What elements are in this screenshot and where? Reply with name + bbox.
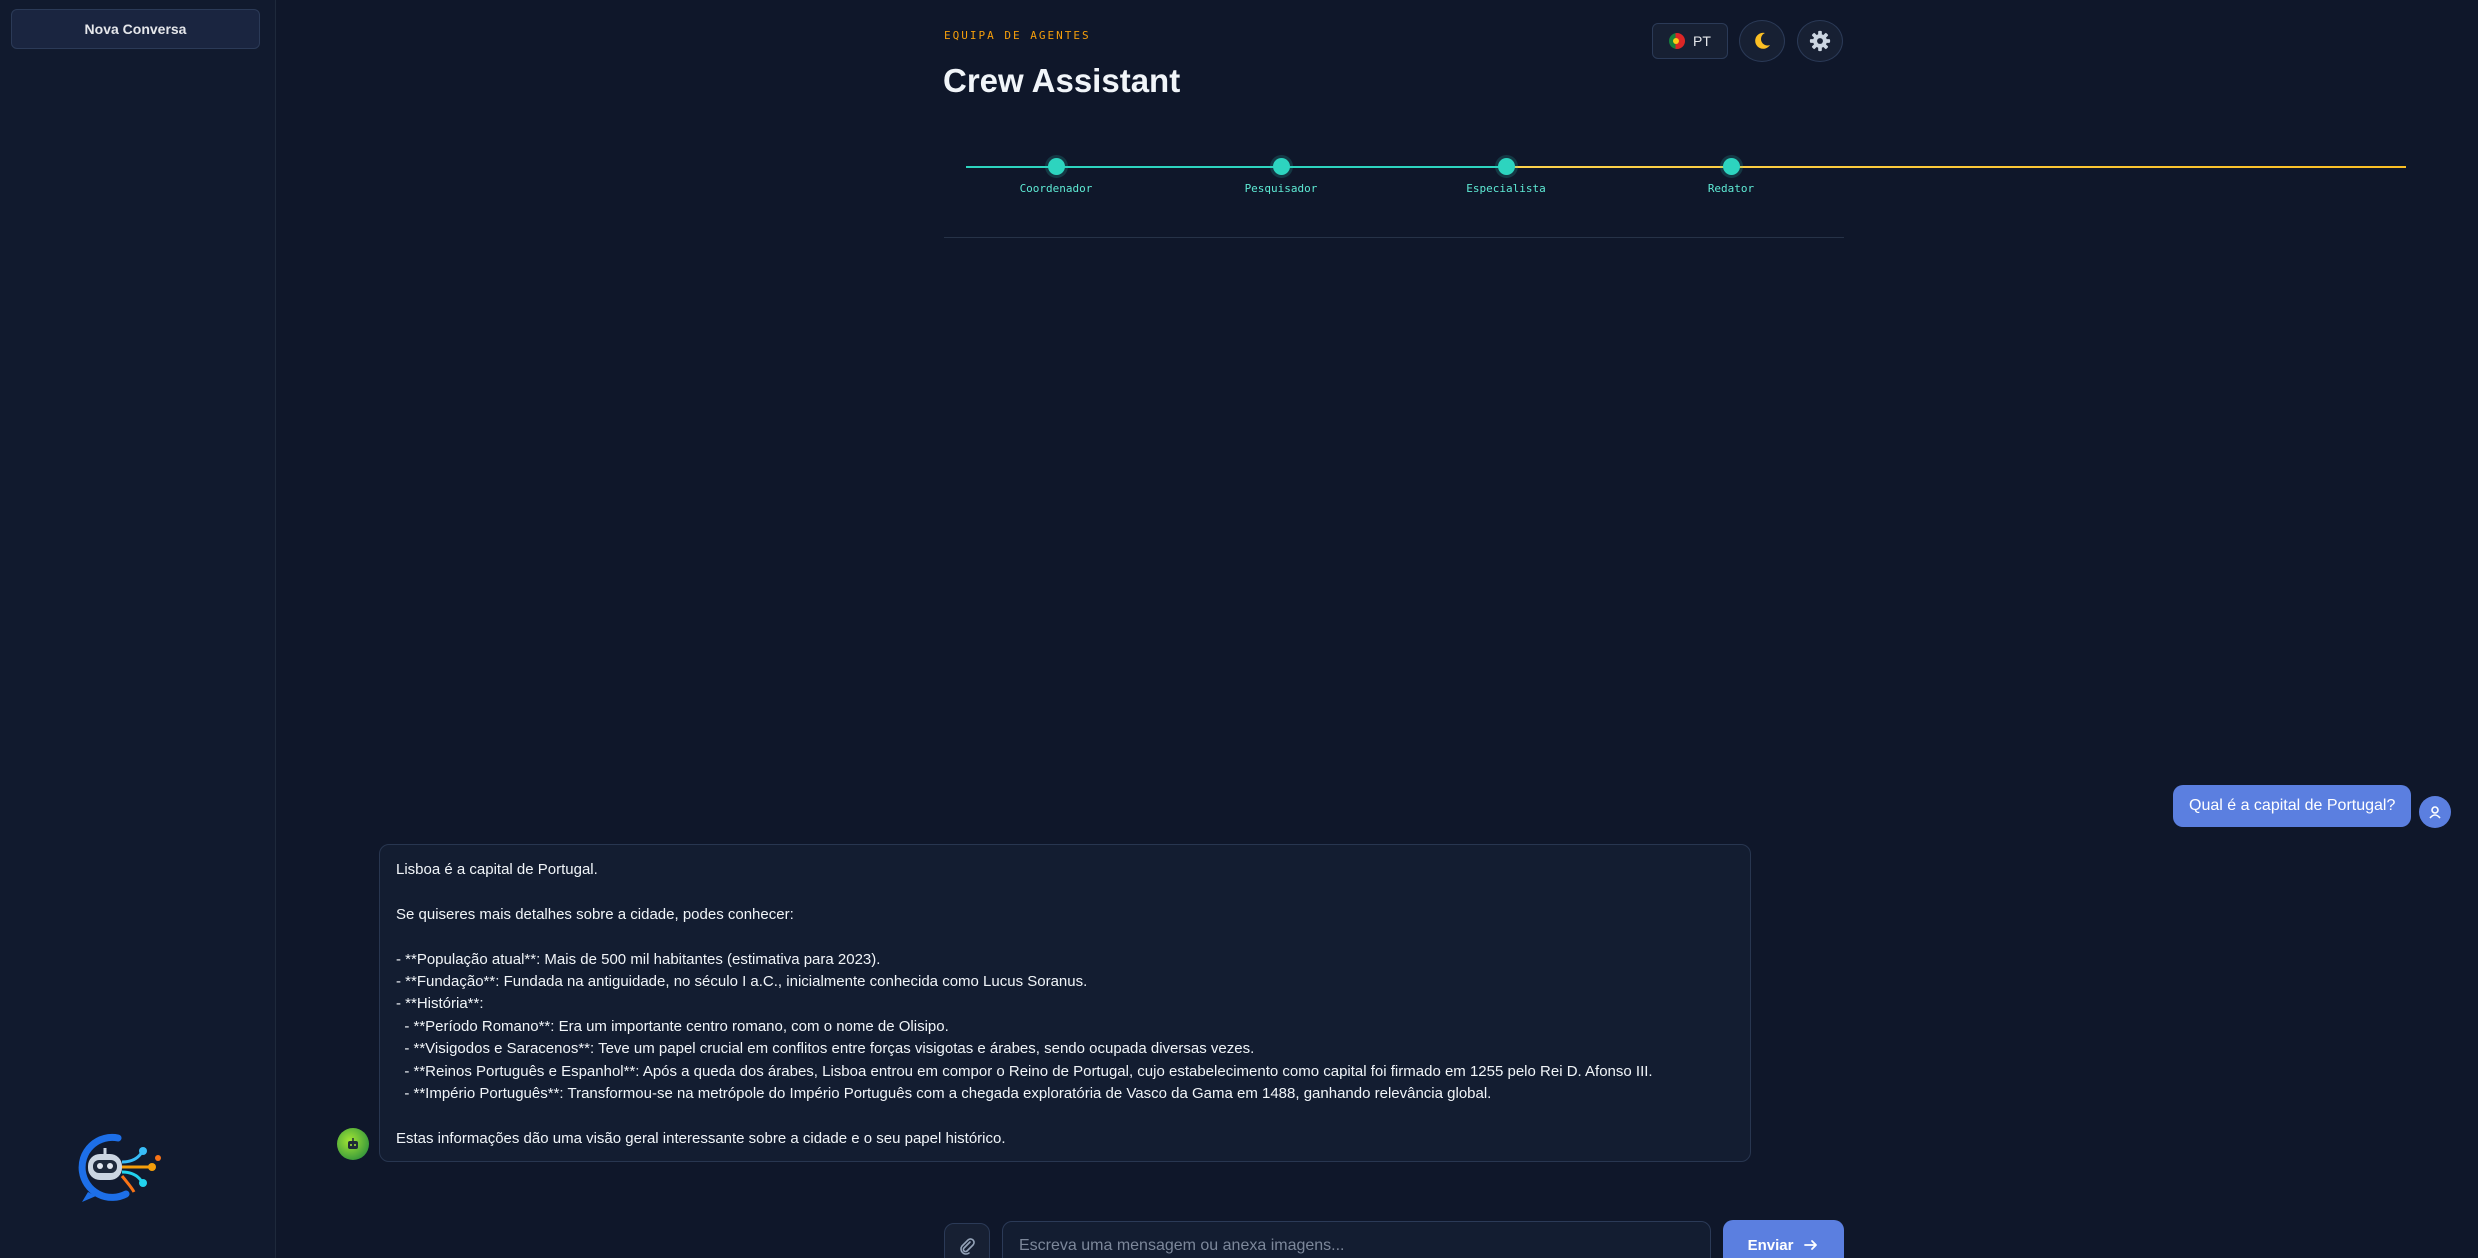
pipeline-line-pending	[1506, 166, 2406, 168]
theme-toggle-button[interactable]	[1739, 20, 1785, 62]
assistant-message-line	[396, 1105, 1734, 1127]
agent-node-coordenador: Coordenador	[996, 158, 1116, 195]
send-label: Enviar	[1747, 1236, 1794, 1254]
new-chat-button[interactable]: Nova Conversa	[11, 9, 260, 49]
user-avatar	[2419, 796, 2451, 828]
assistant-message-line: Lisboa é a capital de Portugal.	[396, 861, 598, 878]
assistant-message-line	[396, 881, 1734, 903]
assistant-message-line: - **História**:	[396, 995, 484, 1013]
agent-pipeline: Coordenador Pesquisador Especialista Red…	[966, 150, 2406, 210]
assistant-message-bubble: Lisboa é a capital de Portugal. Se quise…	[379, 844, 1751, 1162]
language-selector[interactable]: PT	[1652, 23, 1728, 59]
agent-status-dot	[1272, 158, 1290, 175]
assistant-message-line: - **População atual**: Mais de 500 mil h…	[396, 950, 881, 968]
paperclip-icon	[960, 1238, 975, 1255]
agent-label: Especialista	[1466, 182, 1546, 195]
assistant-message-line: - **Império Português**: Transformou-se …	[396, 1084, 1492, 1102]
team-eyebrow: EQUIPA DE AGENTES	[944, 29, 1091, 42]
assistant-message-line: Se quiseres mais detalhes sobre a cidade…	[396, 905, 794, 923]
user-message-bubble: Qual é a capital de Portugal?	[2173, 785, 2412, 827]
robot-icon	[348, 1138, 358, 1149]
agent-label: Pesquisador	[1244, 182, 1318, 195]
assistant-avatar	[337, 1128, 369, 1160]
assistant-message-line: - **Visigodos e Saracenos**: Teve um pap…	[396, 1040, 1255, 1058]
assistant-message-line: - **Período Romano**: Era um importante …	[396, 1017, 949, 1035]
agent-node-redator: Redator	[1671, 158, 1791, 195]
settings-button[interactable]	[1797, 20, 1843, 62]
agent-node-especialista: Especialista	[1446, 158, 1566, 195]
header-divider	[944, 237, 1844, 238]
agent-node-pesquisador: Pesquisador	[1221, 158, 1341, 195]
attach-button[interactable]	[944, 1223, 990, 1258]
user-icon	[2429, 806, 2441, 819]
gear-icon	[1809, 30, 1831, 52]
assistant-message-line	[396, 926, 1734, 948]
agent-status-dot	[1047, 158, 1065, 175]
robot-chat-logo-icon	[74, 1132, 170, 1204]
agent-status-dot	[1722, 158, 1740, 175]
send-button[interactable]: Enviar	[1723, 1220, 1844, 1258]
language-label: PT	[1693, 33, 1711, 49]
agent-status-dot	[1497, 158, 1515, 175]
portugal-flag-icon	[1669, 33, 1686, 49]
message-input[interactable]	[1002, 1221, 1711, 1258]
agent-label: Coordenador	[1019, 182, 1093, 195]
assistant-message-line: - **Fundação**: Fundada na antiguidade, …	[396, 972, 1088, 990]
assistant-message-line: - **Reinos Português e Espanhol**: Após …	[396, 1062, 1653, 1080]
moon-icon	[1755, 32, 1770, 49]
sidebar: Nova Conversa	[0, 0, 276, 1258]
agent-label: Redator	[1707, 182, 1755, 195]
app-root: Nova Conversa EQUIPA DE AGENTES Crew Ass…	[0, 0, 2478, 1258]
arrow-right-icon	[1804, 1240, 1818, 1250]
page-title: Crew Assistant	[943, 62, 1181, 99]
assistant-message-line: Estas informações dão uma visão geral in…	[396, 1129, 1006, 1147]
